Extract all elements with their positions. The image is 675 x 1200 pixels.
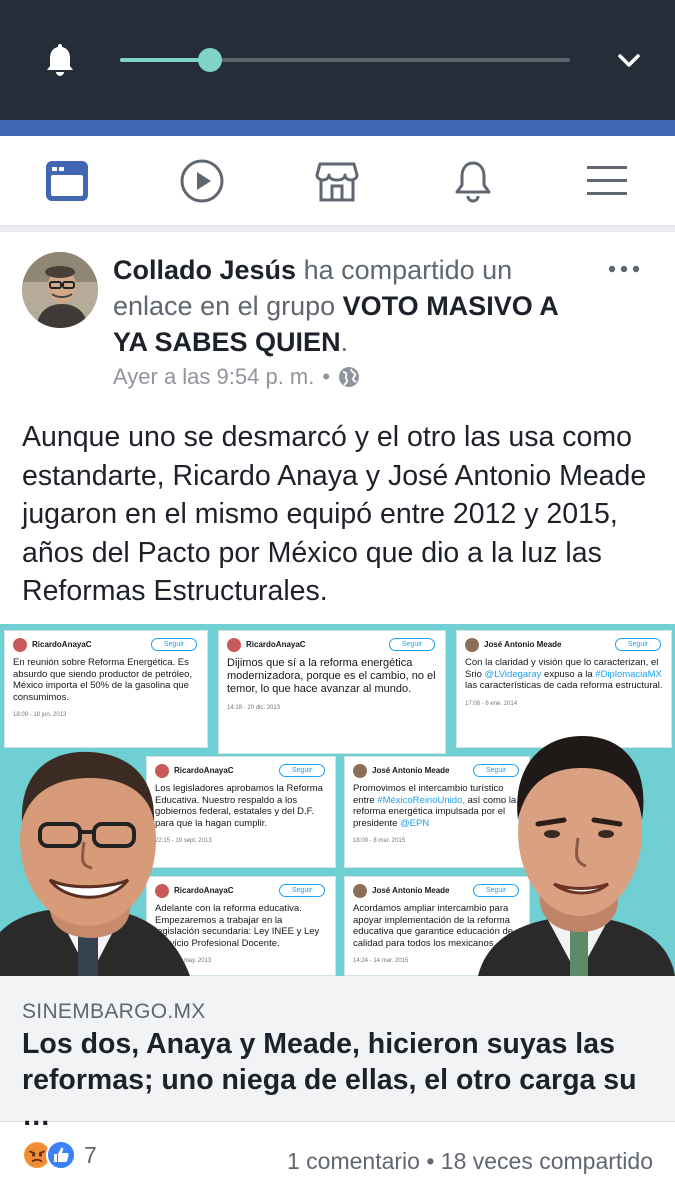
tweet-follow: Seguir: [151, 638, 197, 651]
tweet-text: En reunión sobre Reforma Energética. Es …: [13, 657, 193, 703]
tab-notifications[interactable]: [448, 156, 498, 206]
marketplace-icon: [315, 162, 359, 202]
header-period: .: [340, 327, 349, 357]
tab-watch[interactable]: [177, 156, 227, 206]
app-top-bar: [0, 120, 675, 136]
tweet-text: Dijimos que sí a la reforma energética m…: [227, 657, 436, 695]
tweet-author: José Antonio Meade: [484, 640, 562, 649]
tab-menu[interactable]: [582, 156, 632, 206]
author-photo: [22, 252, 98, 328]
tweet-card: RicardoAnayaC Seguir Dijimos que sí a la…: [218, 630, 446, 754]
tweet-author: RicardoAnayaC: [246, 640, 306, 649]
post-footer: 7 1 comentario • 18 veces compartido: [0, 1122, 675, 1200]
link-domain: SINEMBARGO.MX: [22, 1000, 206, 1023]
video-play-icon: [180, 159, 224, 203]
tab-navigation: [0, 136, 675, 226]
media-notification-bar: [0, 0, 675, 120]
globe-icon: [339, 367, 360, 387]
author-name[interactable]: Collado Jesús: [113, 255, 296, 285]
reaction-count: 7: [84, 1141, 97, 1168]
tweet-text: Con la claridad y visión que lo caracter…: [465, 657, 663, 691]
tab-marketplace[interactable]: [312, 156, 362, 206]
tweet-author: José Antonio Meade: [372, 766, 450, 775]
tweet-author: RicardoAnayaC: [32, 640, 92, 649]
post-header: Collado Jesús ha compartido un enlace en…: [113, 252, 593, 360]
tweet-date: 18:09 - 18 jun. 2013: [13, 712, 67, 718]
post-timestamp[interactable]: Ayer a las 9:54 p. m.: [113, 364, 314, 390]
link-title[interactable]: Los dos, Anaya y Meade, hicieron suyas l…: [22, 1026, 657, 1134]
tweet-author: José Antonio Meade: [372, 886, 450, 895]
tab-news-feed[interactable]: [42, 156, 92, 206]
chevron-down-icon[interactable]: [616, 48, 642, 72]
post-stats[interactable]: 1 comentario • 18 veces compartido: [287, 1148, 653, 1175]
reactions-summary[interactable]: 7: [22, 1140, 97, 1170]
news-feed-icon: [46, 161, 88, 201]
tweet-date: 14:18 - 20 dic. 2013: [227, 705, 281, 711]
tweet-date: 17:08 - 6 ene. 2014: [465, 700, 518, 707]
portrait-left: [0, 751, 190, 976]
menu-icon: [587, 166, 627, 195]
more-options-icon[interactable]: [606, 262, 642, 276]
link-preview-image[interactable]: RicardoAnayaC Seguir En reunión sobre Re…: [0, 624, 675, 976]
avatar[interactable]: [22, 252, 98, 328]
meta-separator: •: [322, 364, 331, 389]
link-preview-caption[interactable]: SINEMBARGO.MX Los dos, Anaya y Meade, hi…: [0, 976, 675, 1132]
post-body-text: Aunque uno se desmarcó y el otro las usa…: [22, 421, 647, 607]
tweet-follow: Seguir: [279, 764, 325, 777]
feed-post: Collado Jesús ha compartido un enlace en…: [0, 232, 675, 1200]
portrait-right: [478, 736, 675, 976]
notifications-bell-icon: [455, 161, 491, 203]
media-progress-thumb[interactable]: [198, 48, 222, 72]
tweet-follow: Seguir: [389, 638, 435, 651]
post-meta: Ayer a las 9:54 p. m. •: [113, 364, 360, 390]
tweet-follow: Seguir: [615, 638, 661, 651]
notification-bell-icon[interactable]: [40, 40, 80, 80]
tweet-follow: Seguir: [279, 884, 325, 897]
media-progress-track[interactable]: [120, 48, 570, 72]
like-reaction-icon: [46, 1140, 76, 1170]
media-progress-fill: [120, 58, 210, 62]
tweet-card: RicardoAnayaC Seguir En reunión sobre Re…: [4, 630, 208, 748]
